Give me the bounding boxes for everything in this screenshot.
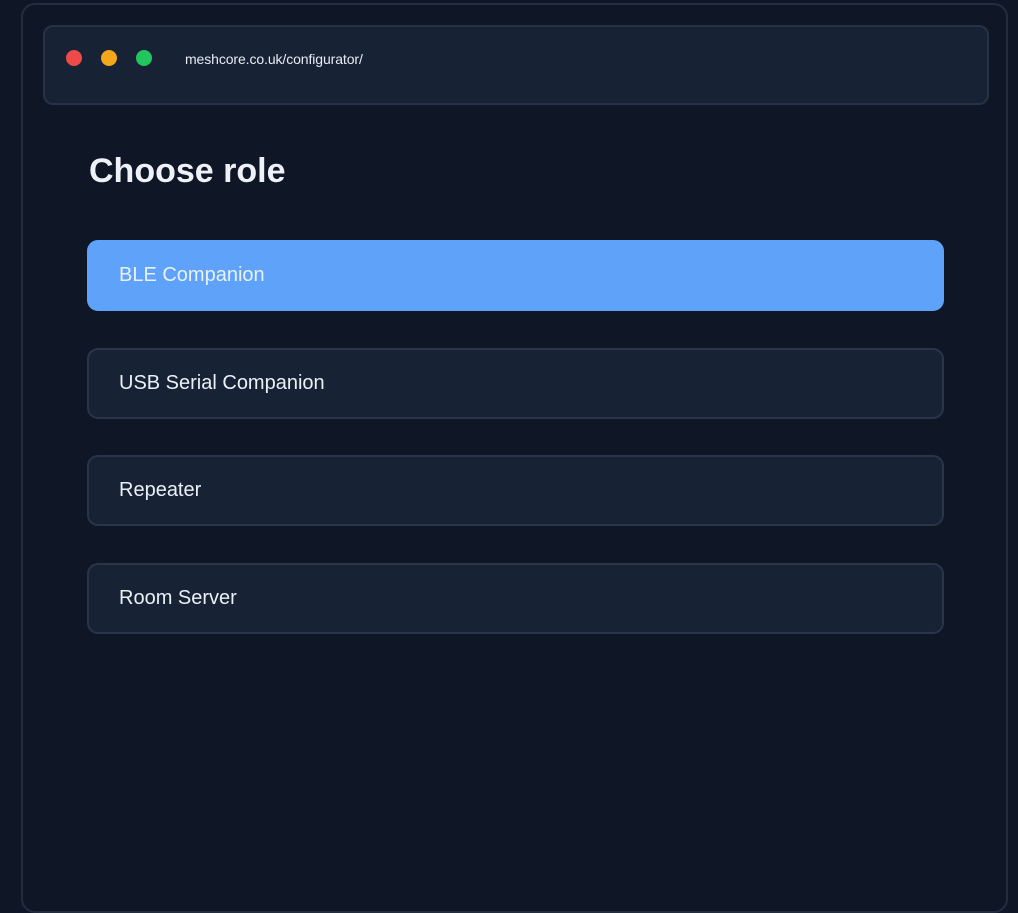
role-option-room-server[interactable]: Room Server	[87, 563, 944, 634]
close-dot-icon[interactable]	[66, 50, 82, 66]
role-option-repeater[interactable]: Repeater	[87, 455, 944, 526]
page-title: Choose role	[89, 152, 286, 190]
role-option-ble-companion[interactable]: BLE Companion	[87, 240, 944, 311]
url-text[interactable]: meshcore.co.uk/configurator/	[185, 51, 363, 67]
browser-address-bar: meshcore.co.uk/configurator/	[43, 25, 989, 105]
role-option-usb-serial-companion[interactable]: USB Serial Companion	[87, 348, 944, 419]
minimize-dot-icon[interactable]	[101, 50, 117, 66]
maximize-dot-icon[interactable]	[136, 50, 152, 66]
